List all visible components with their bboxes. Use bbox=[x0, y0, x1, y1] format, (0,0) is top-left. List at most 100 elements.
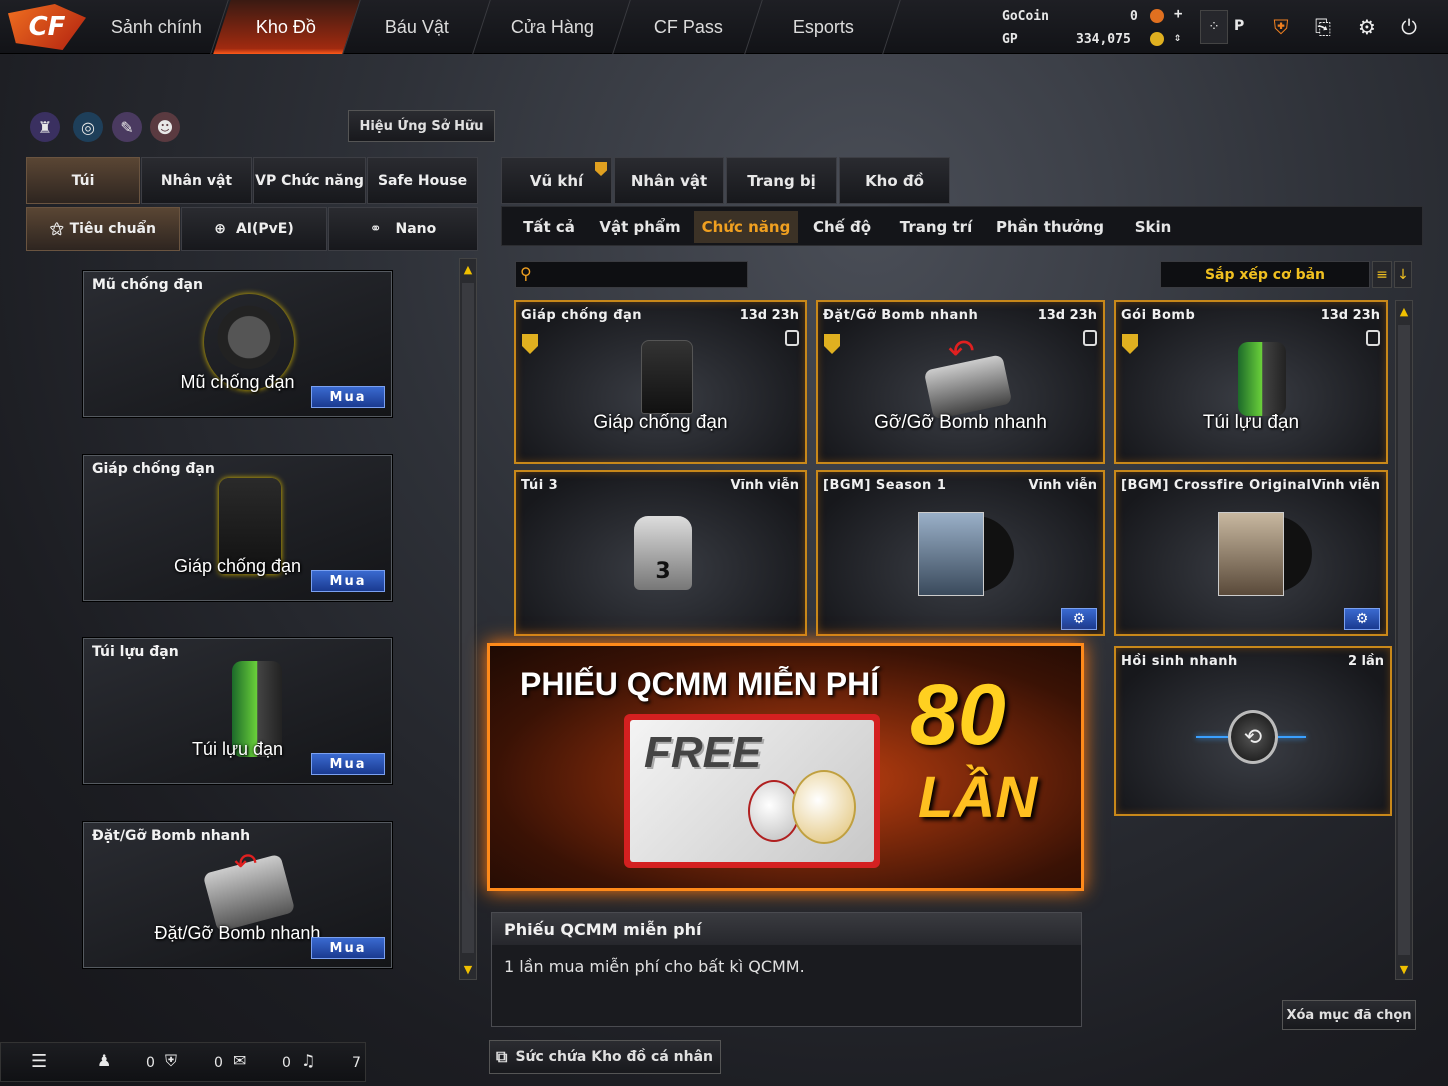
chat-icon[interactable]: ✉ bbox=[233, 1051, 246, 1070]
scroll-down-icon[interactable]: ▼ bbox=[1396, 961, 1412, 977]
tab-inventory[interactable]: Kho Đồ bbox=[213, 0, 361, 54]
spray-icon[interactable]: ✎ bbox=[112, 112, 142, 142]
emote-icon[interactable]: ☻ bbox=[150, 112, 180, 142]
chat-count: 0 bbox=[282, 1055, 291, 1071]
item-card[interactable]: Hồi sinh nhanh 2 lần ⟲ bbox=[1114, 646, 1392, 816]
loadout-slot-grenade-bag[interactable]: Túi lựu đạn Túi lựu đạn Mua bbox=[83, 638, 392, 784]
item-duration: 2 lần bbox=[1347, 654, 1384, 669]
storage-capacity-button[interactable]: ⧉ Sức chứa Kho đồ cá nhân bbox=[489, 1040, 721, 1074]
subtab-all[interactable]: Tất cả bbox=[512, 211, 586, 243]
grenade-bag-image bbox=[1238, 342, 1286, 416]
tab-safe-house[interactable]: Safe House bbox=[367, 157, 478, 204]
loadout-slot-armor[interactable]: Giáp chống đạn Giáp chống đạn Mua bbox=[83, 455, 392, 601]
gocoin-label: GoCoin bbox=[1002, 9, 1049, 24]
mode-standard[interactable]: ⚝ Tiêu chuẩn bbox=[26, 207, 180, 251]
subtab-skin[interactable]: Skin bbox=[1122, 211, 1184, 243]
mode-nano[interactable]: ⚭ Nano bbox=[328, 207, 478, 251]
scroll-thumb[interactable] bbox=[462, 283, 474, 953]
clear-selected-button[interactable]: Xóa mục đã chọn bbox=[1282, 1000, 1416, 1030]
item-name: Túi 3 bbox=[521, 478, 559, 493]
banner-number: 80 bbox=[910, 667, 1006, 763]
rank-shield-icon bbox=[522, 334, 538, 354]
tab-cf-pass[interactable]: CF Pass bbox=[615, 0, 763, 54]
right-scrollbar[interactable]: ▲ ▼ bbox=[1395, 300, 1413, 980]
tab-weapons[interactable]: Vũ khí bbox=[501, 157, 612, 204]
gear-icon[interactable]: ⚙ bbox=[1344, 608, 1380, 630]
crossfire-logo[interactable]: CF bbox=[8, 4, 86, 50]
scroll-up-icon[interactable]: ▲ bbox=[1396, 303, 1412, 319]
item-duration: 13d 23h bbox=[1320, 308, 1380, 323]
slot-name: Túi lựu đạn bbox=[92, 644, 179, 660]
tab-equipment[interactable]: Trang bị bbox=[726, 157, 837, 204]
item-card[interactable]: Túi 3 Vĩnh viễn 3 bbox=[514, 470, 807, 636]
item-duration: 13d 23h bbox=[739, 308, 799, 323]
scroll-thumb[interactable] bbox=[1398, 325, 1410, 955]
add-currency-icon[interactable]: + bbox=[1174, 6, 1182, 22]
gear-icon[interactable]: ⚙ bbox=[1061, 608, 1097, 630]
item-card[interactable]: Đặt/Gỡ Bomb nhanh 13d 23h ↶ Gỡ/Gỡ Bomb n… bbox=[816, 300, 1105, 464]
mode-ai-pve[interactable]: ⊕ AI(PvE) bbox=[181, 207, 327, 251]
tab-storage[interactable]: Kho đồ bbox=[839, 157, 950, 204]
subtab-decor[interactable]: Trang trí bbox=[892, 211, 980, 243]
search-input[interactable]: ⚲ bbox=[515, 261, 748, 288]
tab-character[interactable]: Nhân vật bbox=[141, 157, 252, 204]
scroll-down-icon[interactable]: ▼ bbox=[460, 961, 476, 977]
subtab-items[interactable]: Vật phẩm bbox=[594, 211, 686, 243]
subtab-function[interactable]: Chức năng bbox=[694, 211, 798, 243]
volume-icon[interactable]: ♫ bbox=[301, 1051, 315, 1070]
costume-icon[interactable]: ♜ bbox=[30, 112, 60, 142]
tab-bag[interactable]: Túi bbox=[26, 157, 140, 204]
sort-dropdown[interactable]: Sắp xếp cơ bản bbox=[1160, 261, 1370, 288]
tab-label: Nano bbox=[395, 221, 437, 237]
ai-icon: ⊕ bbox=[214, 221, 226, 237]
scroll-up-icon[interactable]: ▲ bbox=[460, 261, 476, 277]
buy-button[interactable]: Mua bbox=[311, 753, 385, 775]
tab-label: Nhân vật bbox=[630, 171, 708, 190]
standard-icon: ⚝ bbox=[50, 221, 64, 237]
lock-icon bbox=[1083, 330, 1097, 346]
message-icon[interactable]: ⎘ bbox=[1306, 10, 1340, 44]
gear-icon[interactable]: ⚙ bbox=[1350, 10, 1384, 44]
tab-label: AI(PvE) bbox=[235, 221, 294, 237]
item-name: Gói Bomb bbox=[1121, 308, 1196, 323]
buy-button[interactable]: Mua bbox=[311, 570, 385, 592]
item-duration: Vĩnh viễn bbox=[730, 478, 799, 493]
tab-character-right[interactable]: Nhân vật bbox=[614, 157, 724, 204]
subtab-rewards[interactable]: Phần thưởng bbox=[990, 211, 1110, 243]
tab-esports[interactable]: Esports bbox=[747, 0, 901, 54]
item-card[interactable]: Giáp chống đạn 13d 23h Giáp chống đạn bbox=[514, 300, 807, 464]
subtab-mode[interactable]: Chế độ bbox=[806, 211, 878, 243]
tab-label: Trang bị bbox=[747, 171, 816, 190]
buy-button[interactable]: Mua bbox=[311, 937, 385, 959]
tab-treasure[interactable]: Báu Vật bbox=[345, 0, 491, 54]
free-voucher-banner[interactable]: PHIẾU QCMM MIỄN PHÍ FREE 80 LẦN bbox=[487, 643, 1084, 891]
ring-icon[interactable]: ◎ bbox=[73, 112, 103, 142]
sort-direction-icon[interactable]: ↓ bbox=[1394, 261, 1412, 288]
buy-button[interactable]: Mua bbox=[311, 386, 385, 408]
red-arrow-icon: ↶ bbox=[948, 332, 975, 370]
tab-shop[interactable]: Cửa Hàng bbox=[475, 0, 631, 54]
item-card[interactable]: [BGM] Season 1 Vĩnh viễn ⚙ bbox=[816, 470, 1105, 636]
bag-image: 3 bbox=[634, 516, 692, 590]
tab-vp-function[interactable]: VP Chức năng bbox=[253, 157, 366, 204]
menu-list-icon[interactable]: ☰ bbox=[31, 1051, 47, 1072]
clan-icon[interactable]: ⛨ bbox=[165, 1051, 177, 1071]
item-card[interactable]: Gói Bomb 13d 23h Túi lựu đạn bbox=[1114, 300, 1388, 464]
power-icon[interactable]: ⏻ bbox=[1392, 10, 1426, 44]
loadout-slot-helmet[interactable]: Mũ chống đạn Mũ chống đạn Mua bbox=[83, 271, 392, 417]
list-view-icon[interactable]: ≡ bbox=[1372, 261, 1392, 288]
capacity-label: Sức chứa Kho đồ cá nhân bbox=[515, 1049, 714, 1065]
tab-lobby[interactable]: Sảnh chính bbox=[85, 0, 229, 54]
clan-shield-icon[interactable]: ⛨ bbox=[1264, 10, 1298, 44]
slot-name: Giáp chống đạn bbox=[92, 461, 215, 477]
players-icon[interactable]: ♟ bbox=[97, 1051, 111, 1070]
rank-shield-icon bbox=[824, 334, 840, 354]
expand-currency-icon[interactable]: ⇕ bbox=[1174, 30, 1181, 44]
album-cover-image bbox=[918, 512, 984, 596]
network-icon[interactable]: ⁘ bbox=[1200, 10, 1228, 44]
loadout-slot-defuse-kit[interactable]: Đặt/Gỡ Bomb nhanh ↶ Đặt/Gỡ Bomb nhanh Mu… bbox=[83, 822, 392, 968]
item-duration: 13d 23h bbox=[1037, 308, 1097, 323]
left-scrollbar[interactable]: ▲ ▼ bbox=[459, 258, 477, 980]
owned-effects-button[interactable]: Hiệu Ứng Sở Hữu bbox=[348, 110, 495, 142]
item-card[interactable]: [BGM] Crossfire Original Vĩnh viễn ⚙ bbox=[1114, 470, 1388, 636]
